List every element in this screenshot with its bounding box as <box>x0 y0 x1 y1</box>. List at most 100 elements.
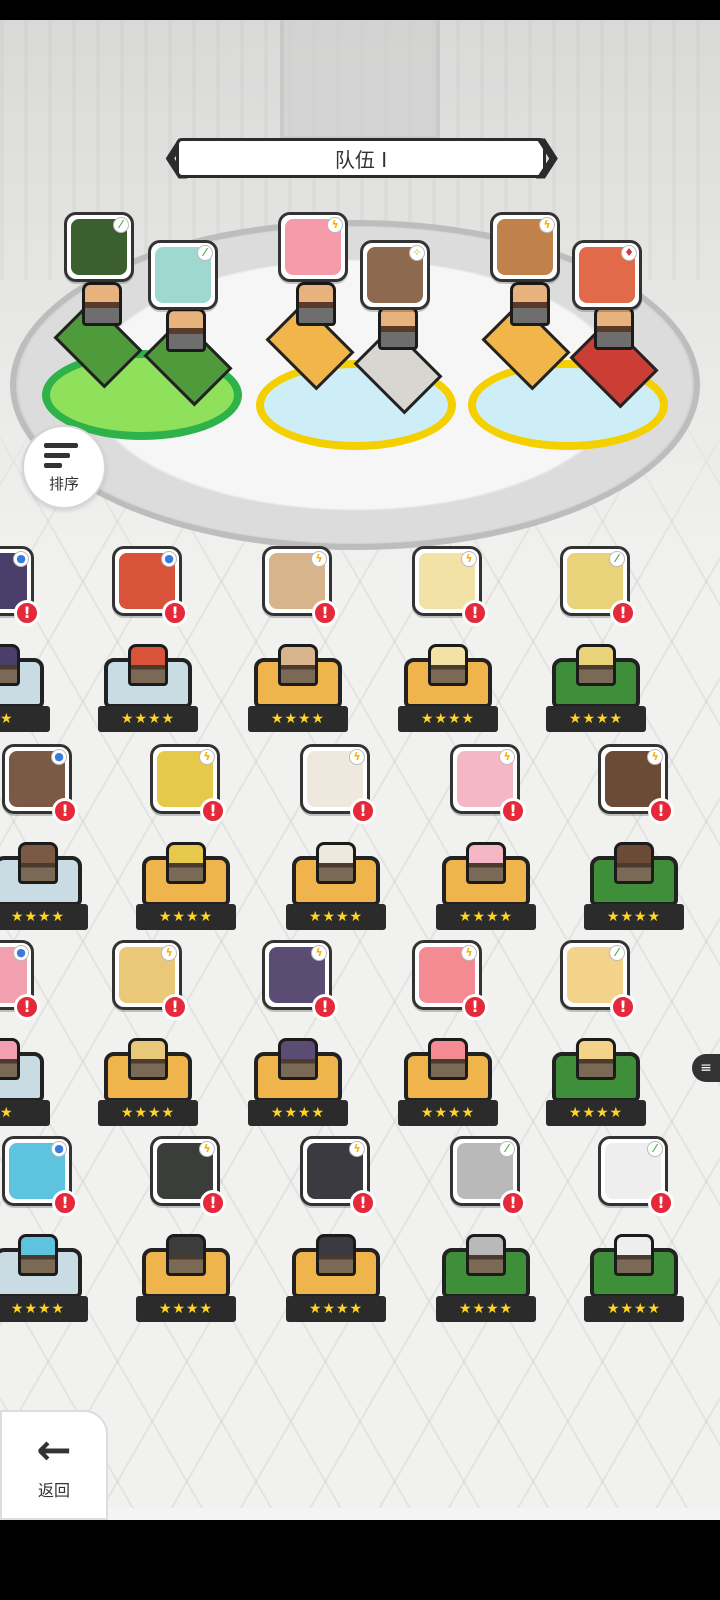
hero-pedestal[interactable]: ★★★★ <box>546 1038 646 1132</box>
lightning-icon: ϟ <box>311 551 327 567</box>
water-icon: ● <box>51 1141 67 1157</box>
lineup-hero-sprite[interactable] <box>510 282 550 326</box>
alert-badge: ! <box>312 600 338 626</box>
alert-badge: ! <box>14 994 40 1020</box>
hero-sprite <box>0 644 20 686</box>
game-screen: ❮ 队伍 I ❯ ⁄⁄ϟ✧ϟ♦ ★★●!★★★★●!★★★★ϟ!★★★★ϟ!★★… <box>0 20 720 1520</box>
side-panel-tab[interactable]: ≡ <box>692 1054 720 1082</box>
bottom-bar <box>0 1508 720 1520</box>
lightning-icon: ϟ <box>349 749 365 765</box>
lineup-hero-sprite[interactable] <box>296 282 336 326</box>
alert-badge: ! <box>648 1190 674 1216</box>
hero-pedestal[interactable]: ★★★★ <box>248 644 348 738</box>
lightning-icon: ϟ <box>311 945 327 961</box>
water-icon: ● <box>161 551 177 567</box>
hero-sprite <box>166 1234 206 1276</box>
hero-pedestal[interactable]: ★★★★ <box>248 1038 348 1132</box>
lightning-icon: ϟ <box>499 749 515 765</box>
star-rating: ★★★★ <box>0 904 88 930</box>
hero-pedestal[interactable]: ★★★★ <box>98 1038 198 1132</box>
lineup-hero-portrait[interactable]: ✧ <box>360 240 430 310</box>
lightning-icon: ϟ <box>199 749 215 765</box>
alert-badge: ! <box>610 994 636 1020</box>
lineup-hero-portrait[interactable]: ϟ <box>278 212 348 282</box>
hero-pedestal[interactable]: ★★★★ <box>136 1234 236 1328</box>
star-rating: ★★★★ <box>248 706 348 732</box>
lineup-hero-sprite[interactable] <box>82 282 122 326</box>
hero-sprite <box>128 1038 168 1080</box>
star-rating: ★★★★ <box>0 1296 88 1322</box>
star-rating: ★★★★ <box>98 1100 198 1126</box>
lineup-hero-sprite[interactable] <box>166 308 206 352</box>
hero-pedestal[interactable]: ★★★★ <box>0 842 88 936</box>
alert-badge: ! <box>350 1190 376 1216</box>
star-rating: ★★★★ <box>286 904 386 930</box>
team-name: 队伍 I <box>334 147 388 172</box>
alert-badge: ! <box>162 600 188 626</box>
hero-pedestal[interactable]: ★★★★ <box>136 842 236 936</box>
alert-badge: ! <box>52 798 78 824</box>
star-rating: ★★★★ <box>398 706 498 732</box>
lineup-hero-sprite[interactable] <box>594 306 634 350</box>
tower-decoration <box>280 20 440 140</box>
hero-sprite <box>316 842 356 884</box>
hero-pedestal[interactable]: ★★★★ <box>584 1234 684 1328</box>
alert-badge: ! <box>162 994 188 1020</box>
hero-pedestal[interactable]: ★★★★ <box>398 1038 498 1132</box>
lineup-hero-portrait[interactable]: ♦ <box>572 240 642 310</box>
lineup-hero-portrait[interactable]: ⁄ <box>64 212 134 282</box>
star-rating: ★★★★ <box>546 1100 646 1126</box>
hero-sprite <box>428 1038 468 1080</box>
hero-sprite <box>576 644 616 686</box>
hero-pedestal[interactable]: ★★ <box>0 1038 50 1132</box>
lightning-icon: ϟ <box>327 217 343 233</box>
hero-pedestal[interactable]: ★★★★ <box>398 644 498 738</box>
earth-icon: ⁄ <box>113 217 129 233</box>
arrow-left-icon: ← <box>36 1425 72 1474</box>
hero-sprite <box>278 644 318 686</box>
alert-badge: ! <box>14 600 40 626</box>
star-rating: ★★★★ <box>546 706 646 732</box>
star-rating: ★★★★ <box>436 1296 536 1322</box>
star-rating: ★★★★ <box>286 1296 386 1322</box>
hero-sprite <box>18 1234 58 1276</box>
hero-pedestal[interactable]: ★★★★ <box>436 1234 536 1328</box>
alert-badge: ! <box>52 1190 78 1216</box>
earth-icon: ⁄ <box>499 1141 515 1157</box>
hero-pedestal[interactable]: ★★★★ <box>286 842 386 936</box>
lineup-hero-sprite[interactable] <box>378 306 418 350</box>
star-rating: ★★★★ <box>248 1100 348 1126</box>
next-team-arrow[interactable]: ❯ <box>530 134 564 182</box>
hero-pedestal[interactable]: ★★★★ <box>286 1234 386 1328</box>
alert-badge: ! <box>610 600 636 626</box>
lightning-icon: ϟ <box>539 217 555 233</box>
alert-badge: ! <box>462 600 488 626</box>
star-rating: ★★ <box>0 706 50 732</box>
earth-icon: ⁄ <box>647 1141 663 1157</box>
star-rating: ★★ <box>0 1100 50 1126</box>
hero-pedestal[interactable]: ★★★★ <box>584 842 684 936</box>
hero-pedestal[interactable]: ★★★★ <box>0 1234 88 1328</box>
hero-pedestal[interactable]: ★★ <box>0 644 50 738</box>
water-icon: ● <box>51 749 67 765</box>
star-rating: ★★★★ <box>136 904 236 930</box>
hero-sprite <box>0 1038 20 1080</box>
team-name-banner[interactable]: 队伍 I <box>176 138 546 178</box>
fire-icon: ♦ <box>621 245 637 261</box>
lineup-hero-portrait[interactable]: ⁄ <box>148 240 218 310</box>
hero-pedestal[interactable]: ★★★★ <box>546 644 646 738</box>
lightning-icon: ϟ <box>647 749 663 765</box>
alert-badge: ! <box>200 1190 226 1216</box>
back-label: 返回 <box>37 1481 70 1500</box>
hero-pedestal[interactable]: ★★★★ <box>98 644 198 738</box>
lineup-hero-portrait[interactable]: ϟ <box>490 212 560 282</box>
hero-sprite <box>316 1234 356 1276</box>
hero-pedestal[interactable]: ★★★★ <box>436 842 536 936</box>
lightning-icon: ϟ <box>461 945 477 961</box>
water-icon: ● <box>13 945 29 961</box>
hero-sprite <box>466 1234 506 1276</box>
sort-button[interactable]: 排序 <box>22 425 106 509</box>
alert-badge: ! <box>312 994 338 1020</box>
earth-icon: ⁄ <box>609 551 625 567</box>
back-button[interactable]: ← 返回 <box>0 1410 108 1520</box>
